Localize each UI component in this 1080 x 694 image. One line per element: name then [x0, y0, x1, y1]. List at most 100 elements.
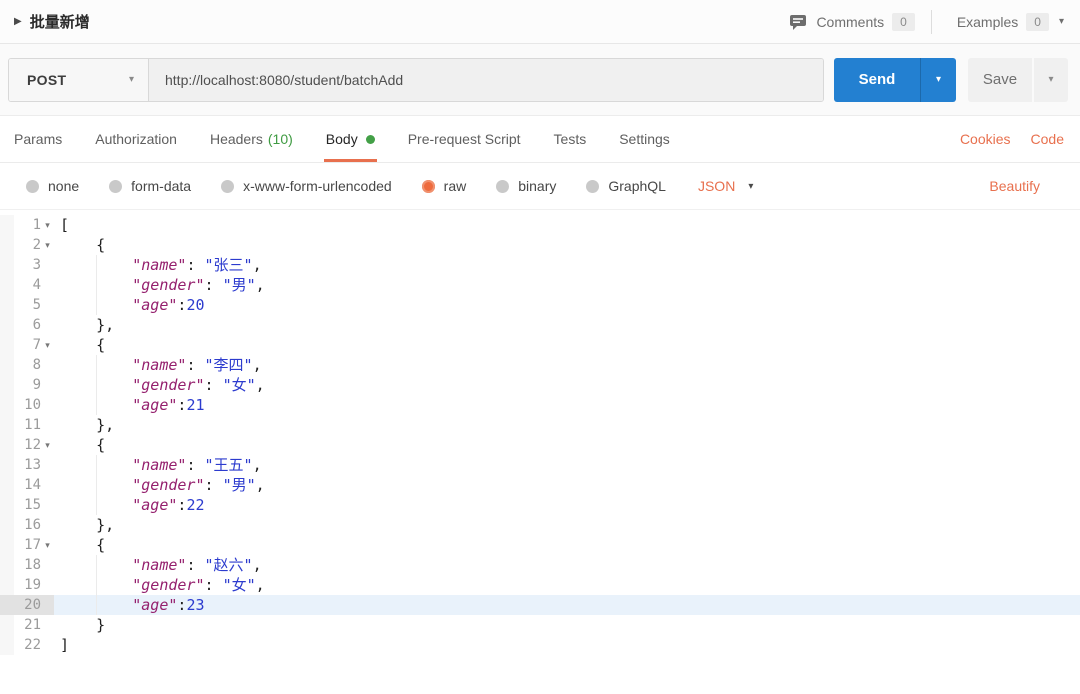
code-content[interactable]: },: [54, 415, 1080, 435]
send-caret-icon[interactable]: ▾: [920, 57, 956, 102]
tab-count: (10): [267, 131, 293, 147]
code-content[interactable]: "age":20: [54, 295, 1080, 315]
code-link[interactable]: Code: [1031, 131, 1064, 147]
code-line[interactable]: 5 "age":20: [0, 295, 1080, 315]
tab-params[interactable]: Params: [14, 116, 62, 162]
beautify-link[interactable]: Beautify: [989, 178, 1040, 194]
code-line[interactable]: 12 ▾ {: [0, 435, 1080, 455]
code-line[interactable]: 22]: [0, 635, 1080, 655]
fold-caret-icon[interactable]: ▾: [41, 335, 54, 355]
tab-body[interactable]: Body: [323, 116, 377, 162]
code-content[interactable]: "name": "李四",: [54, 355, 1080, 375]
raw-body-editor[interactable]: 1 ▾[2 ▾ {3 "name": "张三", 4 "gender": "男", 5 …: [0, 210, 1080, 694]
comments-icon[interactable]: [789, 13, 807, 31]
code-content[interactable]: {: [54, 535, 1080, 555]
format-select-value: JSON: [697, 178, 736, 194]
code-line[interactable]: 19 "gender": "女",: [0, 575, 1080, 595]
fold-caret-icon[interactable]: ▾: [41, 535, 54, 555]
cookies-link[interactable]: Cookies: [960, 131, 1011, 147]
code-content[interactable]: "age":21: [54, 395, 1080, 415]
method-select[interactable]: POST ▾: [9, 58, 149, 101]
tab-authorization[interactable]: Authorization: [95, 116, 177, 162]
code-line[interactable]: 4 "gender": "男",: [0, 275, 1080, 295]
code-line[interactable]: 13 "name": "王五",: [0, 455, 1080, 475]
fold-caret-icon[interactable]: ▾: [41, 215, 54, 235]
code-line[interactable]: 9 "gender": "女",: [0, 375, 1080, 395]
save-caret-icon[interactable]: ▾: [1034, 57, 1068, 102]
request-title: 批量新增: [29, 14, 90, 31]
radio-binary[interactable]: binary: [496, 178, 556, 194]
code-content[interactable]: "age":22: [54, 495, 1080, 515]
code-line[interactable]: 16 },: [0, 515, 1080, 535]
code-content[interactable]: "gender": "男",: [54, 475, 1080, 495]
code-content[interactable]: ]: [54, 635, 1080, 655]
code-line[interactable]: 3 "name": "张三",: [0, 255, 1080, 275]
gutter-strip: [0, 555, 14, 575]
code-line[interactable]: 10 "age":21: [0, 395, 1080, 415]
gutter-strip: [0, 435, 14, 455]
code-content[interactable]: "name": "张三",: [54, 255, 1080, 275]
radio-label: x-www-form-urlencoded: [243, 178, 392, 194]
indent-guide: [96, 555, 97, 575]
gutter-cell: 22: [0, 635, 54, 655]
code-content[interactable]: }: [54, 615, 1080, 635]
code-content[interactable]: "gender": "女",: [54, 575, 1080, 595]
code-content[interactable]: "age":23: [54, 595, 1080, 615]
gutter-strip: [0, 595, 14, 615]
code-content[interactable]: "name": "赵六",: [54, 555, 1080, 575]
tab-headers[interactable]: Headers (10): [210, 116, 293, 162]
radio-none[interactable]: none: [26, 178, 79, 194]
token: "gender": [132, 276, 205, 294]
code-line[interactable]: 17 ▾ {: [0, 535, 1080, 555]
code-line[interactable]: 20 "age":23: [0, 595, 1080, 615]
radio-label: GraphQL: [608, 178, 666, 194]
send-button[interactable]: Send: [834, 58, 920, 102]
token: ,: [252, 556, 262, 574]
line-number: 6: [32, 317, 41, 333]
code-line[interactable]: 1 ▾ [: [0, 215, 1080, 235]
send-split-button: Send ▾: [834, 57, 956, 102]
radio-form-data[interactable]: form-data: [109, 178, 191, 194]
code-line[interactable]: 15 "age":22: [0, 495, 1080, 515]
token: {: [60, 436, 106, 454]
code-content[interactable]: },: [54, 315, 1080, 335]
line-number: 10: [24, 397, 41, 413]
url-input[interactable]: http://localhost:8080/student/batchAdd: [149, 58, 823, 101]
examples-caret-icon[interactable]: ▾: [1059, 16, 1064, 27]
radio-graphql[interactable]: GraphQL: [586, 178, 666, 194]
code-line[interactable]: 7 ▾ {: [0, 335, 1080, 355]
save-button[interactable]: Save: [968, 57, 1032, 102]
request-tabs: Params Authorization Headers (10) Body Pre-re…: [0, 116, 1080, 163]
tab-settings[interactable]: Settings: [619, 116, 670, 162]
gutter-strip: [0, 615, 14, 635]
token: 20: [186, 296, 205, 314]
code-line[interactable]: 14 "gender": "男",: [0, 475, 1080, 495]
code-line[interactable]: 18 "name": "赵六",: [0, 555, 1080, 575]
collapse-caret-icon[interactable]: ▶: [14, 16, 22, 27]
code-content[interactable]: {: [54, 235, 1080, 255]
gutter-cell: 17 ▾: [0, 535, 54, 555]
code-content[interactable]: "name": "王五",: [54, 455, 1080, 475]
code-content[interactable]: {: [54, 435, 1080, 455]
code-content[interactable]: [: [54, 215, 1080, 235]
radio-x-www-form-urlencoded[interactable]: x-www-form-urlencoded: [221, 178, 392, 194]
radio-raw[interactable]: raw: [421, 178, 466, 194]
tab-pre-request-script[interactable]: Pre-request Script: [408, 116, 521, 162]
code-line[interactable]: 8 "name": "李四",: [0, 355, 1080, 375]
examples-label[interactable]: Examples: [957, 14, 1018, 30]
code-content[interactable]: },: [54, 515, 1080, 535]
comments-label[interactable]: Comments: [816, 14, 884, 30]
code-line[interactable]: 11 },: [0, 415, 1080, 435]
code-content[interactable]: "gender": "男",: [54, 275, 1080, 295]
fold-caret-icon[interactable]: ▾: [41, 435, 54, 455]
token: 23: [186, 596, 205, 614]
code-line[interactable]: 2 ▾ {: [0, 235, 1080, 255]
format-select[interactable]: JSON ▾: [698, 178, 753, 194]
code-line[interactable]: 21 }: [0, 615, 1080, 635]
code-content[interactable]: "gender": "女",: [54, 375, 1080, 395]
code-content[interactable]: {: [54, 335, 1080, 355]
tab-tests[interactable]: Tests: [554, 116, 587, 162]
code-line[interactable]: 6 },: [0, 315, 1080, 335]
line-number: 13: [24, 457, 41, 473]
fold-caret-icon[interactable]: ▾: [41, 235, 54, 255]
